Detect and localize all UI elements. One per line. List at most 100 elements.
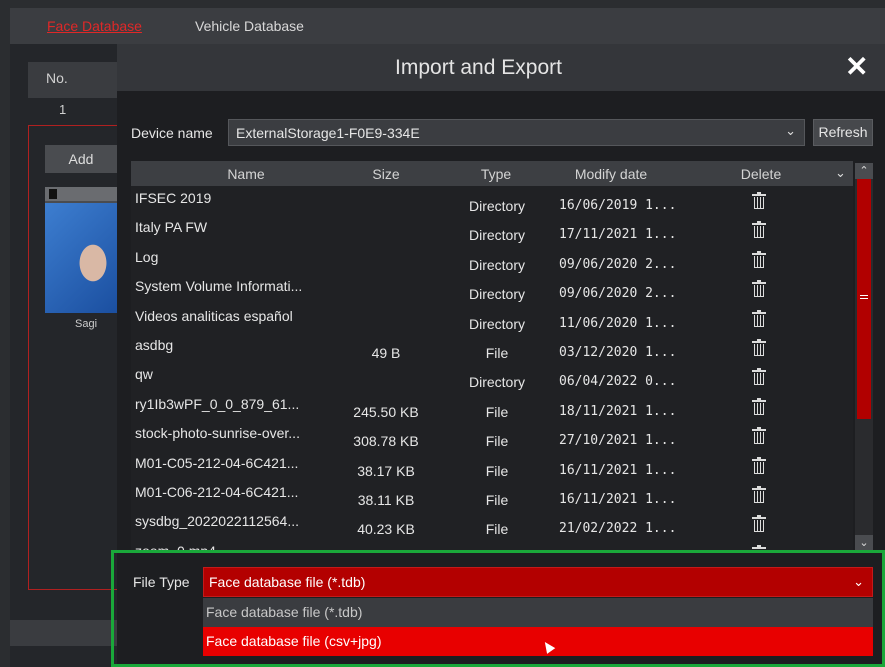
- trash-icon[interactable]: [752, 309, 766, 327]
- file-size: 49 B: [371, 344, 401, 361]
- tab-vehicle-database[interactable]: Vehicle Database: [195, 18, 304, 34]
- file-size: 245.50 KB: [353, 403, 419, 420]
- face-photo: [45, 203, 117, 313]
- delete-cell: [739, 368, 779, 388]
- file-type: Directory: [468, 374, 525, 391]
- delete-cell: [739, 427, 779, 447]
- delete-cell: [739, 515, 779, 535]
- file-name: IFSEC 2019: [135, 190, 212, 206]
- delete-cell: [739, 221, 779, 241]
- column-size[interactable]: Size: [351, 166, 421, 182]
- file-type: File: [485, 433, 509, 450]
- table-row[interactable]: IFSEC 2019 Directory 16/06/2019 1...: [131, 187, 853, 216]
- file-type-label: File Type: [133, 574, 190, 590]
- table-body: IFSEC 2019 Directory 16/06/2019 1... Italy …: [131, 187, 853, 553]
- file-table: Name Size Type Modify date Delete ⌄ IFSE…: [131, 161, 853, 553]
- file-name: Italy PA FW: [135, 219, 208, 236]
- modify-date: 11/06/2020 1...: [559, 315, 677, 331]
- file-name: Log: [135, 248, 159, 265]
- delete-cell: [739, 309, 779, 330]
- trash-icon[interactable]: [752, 515, 766, 533]
- file-type: File: [485, 344, 509, 361]
- dialog-title: Import and Export: [395, 56, 562, 79]
- table-row[interactable]: sysdbg_2022022112564... 40.23 KB File 21/02…: [131, 510, 853, 539]
- column-type[interactable]: Type: [461, 166, 531, 182]
- trash-icon[interactable]: [752, 456, 766, 474]
- file-size: 308.78 KB: [353, 433, 419, 450]
- file-size: 40.23 KB: [357, 521, 415, 538]
- table-row[interactable]: System Volume Informati... Directory 09/06…: [131, 275, 853, 304]
- modify-date: 16/11/2021 1...: [559, 491, 677, 507]
- face-name: Sagi: [75, 318, 98, 330]
- file-name: M01-C05-212-04-6C421...: [135, 454, 299, 471]
- close-icon[interactable]: ✕: [845, 50, 868, 83]
- table-row[interactable]: Log Directory 09/06/2020 2...: [131, 246, 853, 275]
- refresh-button[interactable]: Refresh: [813, 119, 873, 146]
- chevron-down-icon: ⌄: [785, 123, 796, 138]
- no-column-header: No.: [46, 70, 68, 86]
- file-name: asdbg: [135, 336, 174, 353]
- face-card[interactable]: [45, 187, 117, 313]
- device-name-label: Device name: [131, 125, 213, 141]
- delete-cell: [739, 397, 779, 418]
- modify-date: 09/06/2020 2...: [559, 256, 677, 272]
- table-header: Name Size Type Modify date Delete ⌄: [131, 161, 853, 186]
- tab-face-database[interactable]: Face Database: [47, 18, 142, 34]
- column-modify-date[interactable]: Modify date: [556, 166, 666, 182]
- trash-icon[interactable]: [752, 192, 766, 209]
- delete-cell: [739, 338, 779, 359]
- add-button[interactable]: Add: [45, 145, 117, 173]
- table-scrollbar[interactable]: ⌃ ⌄: [855, 163, 873, 551]
- file-type-option-csv-jpg[interactable]: Face database file (csv+jpg): [203, 627, 873, 656]
- file-name: stock-photo-sunrise-over...: [135, 425, 300, 442]
- modify-date: 21/02/2022 1...: [559, 521, 677, 537]
- file-name: System Volume Informati...: [135, 278, 303, 295]
- scroll-down-icon[interactable]: ⌄: [855, 535, 873, 551]
- row-number: 1: [59, 102, 67, 117]
- modify-date: 18/11/2021 1...: [559, 403, 677, 419]
- table-row[interactable]: qw Directory 06/04/2022 0...: [131, 363, 853, 392]
- modify-date: 06/04/2022 0...: [559, 374, 677, 390]
- trash-icon[interactable]: [752, 250, 766, 268]
- file-type-value: Face database file (*.tdb): [209, 574, 366, 590]
- device-select[interactable]: ExternalStorage1-F0E9-334E ⌄: [228, 119, 805, 146]
- file-size: 38.11 KB: [357, 491, 415, 508]
- trash-icon[interactable]: [752, 397, 766, 415]
- table-row[interactable]: Videos analiticas español Directory 11/06/…: [131, 305, 853, 334]
- chevron-down-icon[interactable]: ⌄: [835, 165, 846, 181]
- table-row[interactable]: stock-photo-sunrise-over... 308.78 KB File…: [131, 422, 853, 451]
- file-name: Videos analiticas español: [135, 307, 293, 324]
- table-row[interactable]: Italy PA FW Directory 17/11/2021 1...: [131, 216, 853, 245]
- trash-icon[interactable]: [752, 280, 766, 298]
- trash-icon[interactable]: [752, 427, 766, 445]
- trash-icon[interactable]: [752, 221, 766, 239]
- table-row[interactable]: asdbg 49 B File 03/12/2020 1...: [131, 334, 853, 363]
- file-type-select[interactable]: Face database file (*.tdb) ⌄: [203, 567, 873, 597]
- checkbox-icon[interactable]: [49, 189, 57, 199]
- file-name: qw: [135, 366, 153, 383]
- file-type: File: [485, 491, 509, 508]
- table-row[interactable]: M01-C06-212-04-6C421... 38.11 KB File 16/11…: [131, 481, 853, 510]
- column-name[interactable]: Name: [191, 166, 301, 182]
- scroll-up-icon[interactable]: ⌃: [855, 163, 873, 179]
- file-type-option-tdb[interactable]: Face database file (*.tdb): [203, 598, 873, 627]
- delete-cell: [739, 485, 779, 506]
- chevron-down-icon: ⌄: [853, 574, 864, 589]
- table-row[interactable]: ry1Ib3wPF_0_0_879_61... 245.50 KB File 18/1…: [131, 393, 853, 422]
- file-name: sysdbg_2022022112564...: [135, 513, 299, 530]
- table-row[interactable]: M01-C05-212-04-6C421... 38.17 KB File 16/11…: [131, 452, 853, 481]
- column-delete: Delete: [740, 166, 782, 182]
- delete-cell: [739, 250, 779, 271]
- grip-icon: [860, 295, 868, 296]
- background-table-header: [28, 62, 120, 98]
- file-size: 38.17 KB: [357, 462, 415, 479]
- trash-icon[interactable]: [752, 368, 766, 386]
- modify-date: 27/10/2021 1...: [559, 433, 677, 449]
- file-name: ry1Ib3wPF_0_0_879_61...: [135, 395, 300, 412]
- option-label: Face database file (csv+jpg): [206, 633, 382, 649]
- scrollbar-thumb[interactable]: [857, 179, 871, 419]
- file-type: Directory: [468, 198, 525, 214]
- file-type: Directory: [468, 227, 525, 244]
- trash-icon[interactable]: [752, 338, 766, 356]
- trash-icon[interactable]: [752, 485, 766, 503]
